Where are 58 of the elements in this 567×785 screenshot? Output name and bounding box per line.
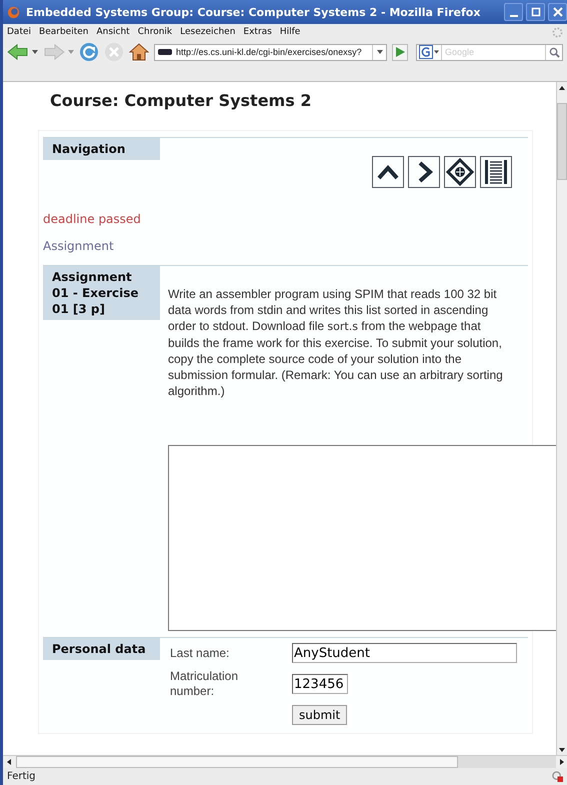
reload-icon[interactable] (79, 42, 99, 62)
vertical-scrollbar[interactable] (556, 82, 567, 755)
menu-item[interactable]: Chronik (138, 27, 172, 37)
address-field[interactable]: http://es.cs.uni-kl.de/cgi-bin/exercises/onexsy? (154, 44, 387, 60)
maximize-icon (530, 7, 540, 17)
section-label: Navigation (43, 138, 160, 160)
menu-item[interactable]: Datei (7, 27, 32, 37)
input-field[interactable]: AnyStudent (292, 643, 517, 663)
maximize-button[interactable] (526, 3, 545, 21)
field-label: Last name: (170, 646, 230, 660)
close-button[interactable] (548, 3, 567, 21)
g-logo-icon (419, 45, 433, 59)
menu-item[interactable]: Lesezeichen (180, 27, 236, 37)
field-label: Matriculation number: (170, 669, 240, 699)
menu-item[interactable]: Bearbeiten (39, 27, 88, 37)
deadline-notice: deadline passed (43, 212, 142, 226)
scroll-thumb[interactable] (557, 103, 567, 180)
status-text: Fertig (7, 771, 36, 782)
home-button[interactable] (444, 156, 476, 188)
list-button[interactable] (480, 156, 512, 188)
caret-down-icon (434, 50, 439, 54)
dropdown-button[interactable] (372, 44, 386, 60)
scroll-thumb[interactable] (16, 756, 458, 768)
search-button[interactable] (545, 44, 562, 60)
back-arrow-icon[interactable] (7, 43, 29, 61)
horizontal-scrollbar[interactable] (3, 755, 567, 768)
next-button[interactable] (408, 156, 440, 188)
caret-down-icon (376, 50, 382, 54)
dropdown-icon[interactable] (32, 50, 38, 54)
up-button[interactable] (372, 156, 404, 188)
menu-item[interactable]: Ansicht (96, 27, 130, 37)
play-icon (395, 47, 405, 57)
caret-down-icon (559, 748, 565, 752)
caret-up-icon (559, 86, 565, 90)
diamond-icon (445, 157, 475, 187)
home-icon[interactable] (129, 42, 149, 62)
section-label: Personal data (43, 638, 160, 660)
search-icon (548, 46, 560, 58)
submit-button[interactable]: submit (292, 705, 348, 725)
assignment-link[interactable]: Assignment (43, 239, 528, 253)
menu-item[interactable]: Hilfe (280, 27, 300, 37)
caret-right-icon (560, 759, 564, 765)
close-icon (552, 7, 562, 17)
throbber-icon (552, 26, 563, 38)
section-label: Assignment 01 - Exercise 01 [3 p] (43, 266, 160, 320)
site-icon (158, 49, 172, 55)
search-engine-button[interactable] (417, 44, 442, 60)
window-title: Embedded Systems Group: Course: Computer Systems 2 - Mozilla Firefox (26, 6, 480, 18)
menu-item[interactable]: Extras (243, 27, 272, 37)
minimize-button[interactable] (504, 3, 523, 21)
page-heading: Course: Computer Systems 2 (50, 91, 312, 110)
assignment-description: Write an assembler program using SPIM that reads 100 32 bit data words from stdin and writes this list sorted in ascending order to stdout. Download file sort.s from the webpage that builds the frame work for this exercise. To submit your solution, copy the complete source code of your solution into the submission formular. (Remark: You can use an arbitrary sorting algorithm.) (168, 286, 504, 399)
caret-left-icon (6, 759, 10, 765)
minimize-icon (510, 14, 518, 16)
input-field[interactable]: 123456 (292, 674, 348, 694)
security-icon (552, 771, 563, 782)
globe-icon (7, 6, 20, 18)
go-button[interactable] (392, 44, 408, 60)
